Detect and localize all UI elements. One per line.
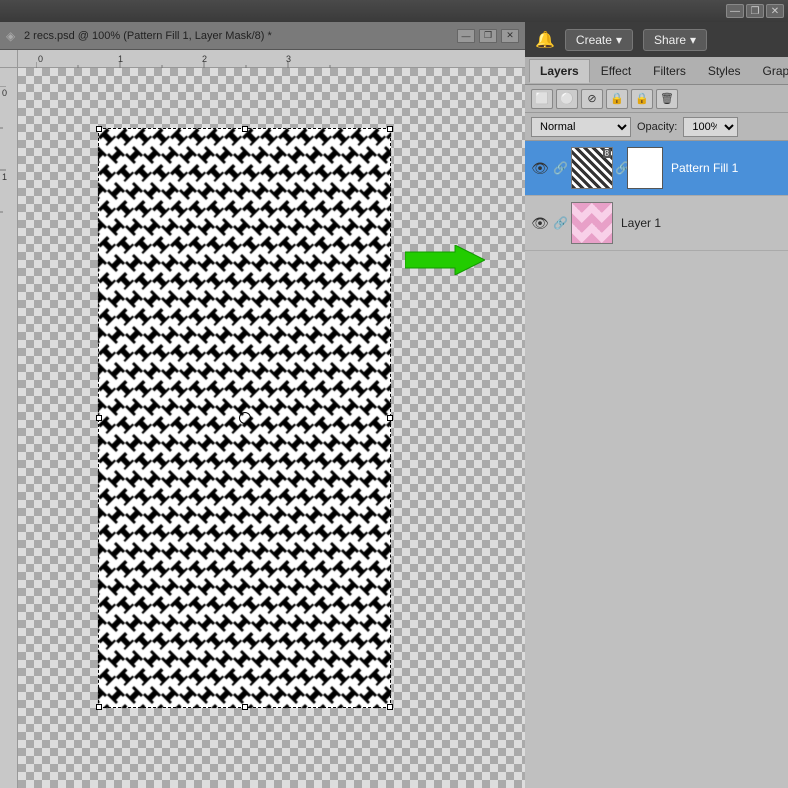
green-arrow [405, 245, 485, 275]
layer-visibility-layer1[interactable]: 👁 [531, 215, 549, 232]
ruler-top: 0 1 2 3 4 5 [18, 50, 525, 68]
panel-tabs: Layers Effect Filters Styles Graph ≡ [525, 57, 788, 85]
delete-button[interactable]: 🗑 [656, 89, 678, 109]
document-icon: ◈ [6, 29, 20, 43]
blend-row: Normal Multiply Screen Overlay Opacity: … [525, 113, 788, 141]
layer-mask-thumbnail-pattern-fill [627, 147, 663, 189]
opacity-label: Opacity: [637, 121, 677, 133]
canvas-viewport[interactable]: 0 1 2 3 4 5 [0, 50, 525, 788]
notification-icon[interactable]: 🔔 [535, 30, 555, 50]
pattern-canvas [18, 68, 525, 788]
layer-list: 👁 🔗 8 🔗 Pattern Fill 1 👁 🔗 [525, 141, 788, 788]
tab-graph[interactable]: Graph [752, 59, 788, 83]
tab-styles[interactable]: Styles [697, 59, 752, 83]
layer-item-pattern-fill-1[interactable]: 👁 🔗 8 🔗 Pattern Fill 1 [525, 141, 788, 196]
layer-item-layer1[interactable]: 👁 🔗 Layer 1 [525, 196, 788, 251]
lock-button[interactable]: 🔒 [606, 89, 628, 109]
checker-background [18, 68, 525, 788]
ruler-top-svg: 0 1 2 3 4 5 [36, 50, 336, 68]
layer-thumb-group-pattern-fill: 8 🔗 [571, 147, 663, 189]
top-toolbar: 🔔 Create ▾ Share ▾ [525, 22, 788, 57]
layer-visibility-pattern-fill[interactable]: 👁 [531, 160, 549, 177]
layer-thumb-chain: 🔗 [615, 161, 625, 175]
blend-mode-select[interactable]: Normal Multiply Screen Overlay [531, 117, 631, 137]
restore-button[interactable]: ❐ [746, 4, 764, 18]
tab-layers[interactable]: Layers [529, 59, 590, 83]
layer-link-pattern-fill[interactable]: 🔗 [553, 161, 567, 175]
create-button[interactable]: Create ▾ [565, 29, 633, 51]
layer-thumbnail-layer1 [571, 202, 613, 244]
window-close-button[interactable]: ✕ [501, 29, 519, 43]
ruler-corner [0, 50, 18, 68]
ruler-left-svg: 0 1 2 3 4 5 6 7 8 [0, 86, 18, 236]
mask-button[interactable]: ⊘ [581, 89, 603, 109]
panel-toolbar: ⬜ ⚪ ⊘ 🔒 🔒 🗑 [525, 85, 788, 113]
link-button[interactable]: ⚪ [556, 89, 578, 109]
svg-text:1: 1 [118, 54, 123, 64]
new-layer-button[interactable]: ⬜ [531, 89, 553, 109]
layer-thumb-group-layer1 [571, 202, 613, 244]
share-button[interactable]: Share ▾ [643, 29, 707, 51]
tab-effect[interactable]: Effect [590, 59, 642, 83]
opacity-select[interactable]: 100% 75% 50% 25% [683, 117, 738, 137]
panels-area: Layers Effect Filters Styles Graph ≡ ⬜ ⚪… [525, 57, 788, 788]
window-restore-button[interactable]: ❐ [479, 29, 497, 43]
svg-text:0: 0 [2, 88, 7, 98]
title-bar: — ❐ ✕ [0, 0, 788, 22]
svg-text:0: 0 [38, 54, 43, 64]
svg-text:2: 2 [202, 54, 207, 64]
close-button[interactable]: ✕ [766, 4, 784, 18]
window-minimize-button[interactable]: — [457, 29, 475, 43]
tab-filters[interactable]: Filters [642, 59, 697, 83]
layer-link-layer1[interactable]: 🔗 [553, 216, 567, 230]
layer-name-layer1: Layer 1 [617, 216, 782, 230]
layer-thumbnail-pattern-fill: 8 [571, 147, 613, 189]
window-titlebar: ◈ 2 recs.psd @ 100% (Pattern Fill 1, Lay… [0, 22, 525, 50]
svg-text:1: 1 [2, 172, 7, 182]
layer-name-pattern-fill: Pattern Fill 1 [667, 161, 782, 175]
canvas-area: ◈ 2 recs.psd @ 100% (Pattern Fill 1, Lay… [0, 22, 525, 788]
ruler-left: 0 1 2 3 4 5 6 7 8 [0, 68, 18, 788]
lock2-button[interactable]: 🔒 [631, 89, 653, 109]
minimize-button[interactable]: — [726, 4, 744, 18]
window-title: 2 recs.psd @ 100% (Pattern Fill 1, Layer… [24, 30, 453, 42]
svg-text:3: 3 [286, 54, 291, 64]
